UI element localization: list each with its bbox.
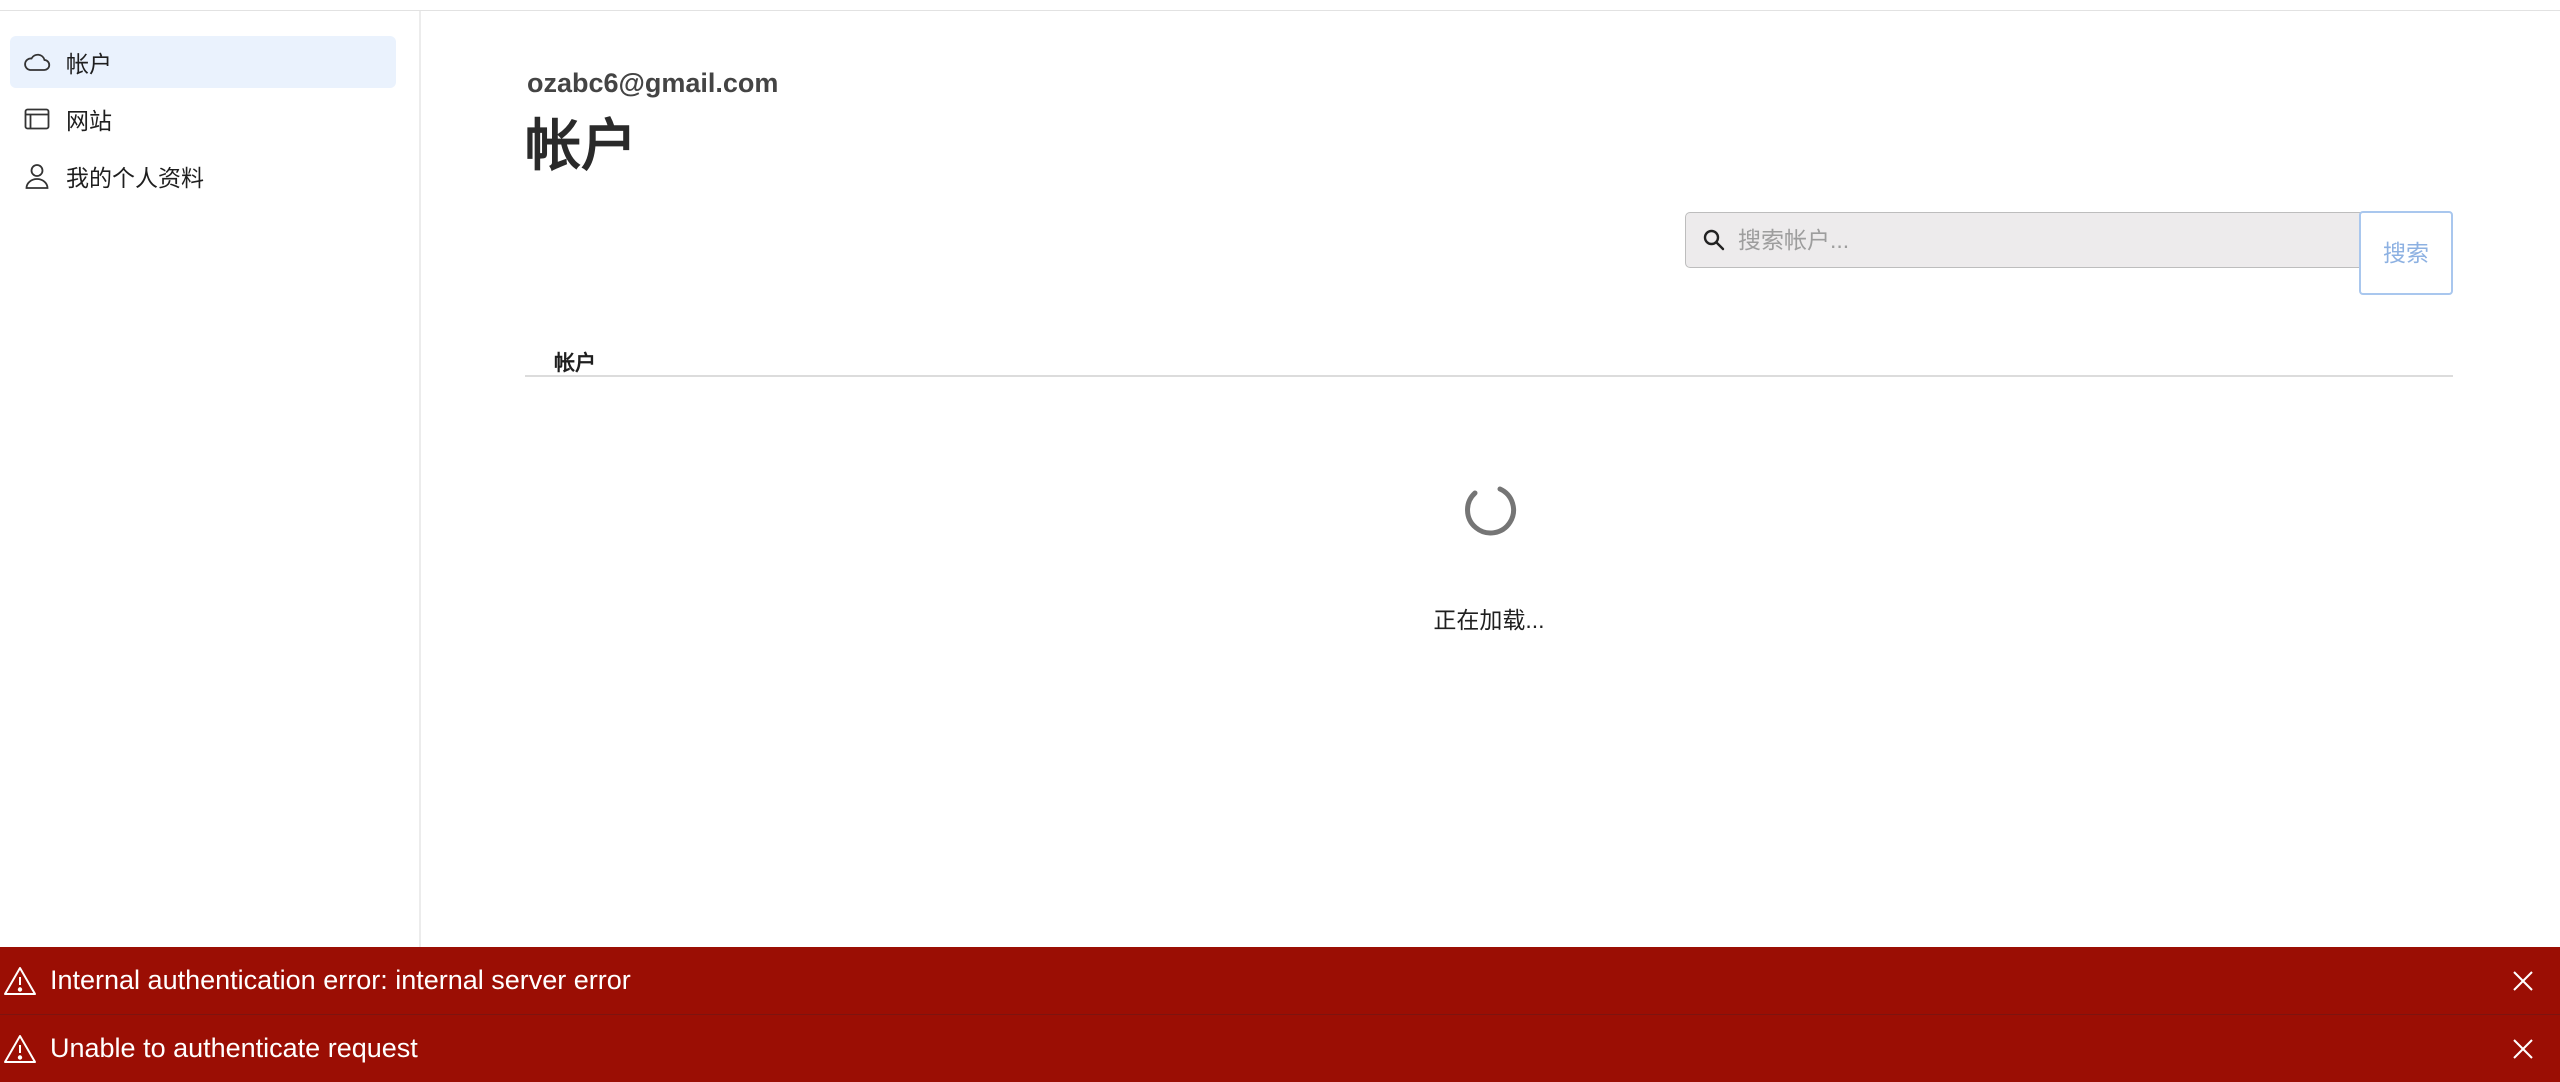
loading-spinner (1463, 483, 1517, 537)
sidebar-item-label: 网站 (66, 108, 112, 134)
warning-icon (2, 963, 38, 999)
alert-message: Unable to authenticate request (50, 1033, 418, 1063)
sidebar: 帐户 网站 我的个人资料 (0, 11, 421, 947)
table-header: 帐户 (525, 327, 2453, 377)
sidebar-item-websites[interactable]: 网站 (10, 93, 396, 145)
alert-message: Internal authentication error: internal … (50, 965, 631, 995)
search-box (1685, 212, 2427, 268)
close-icon[interactable] (2506, 964, 2540, 998)
account-email: ozabc6@gmail.com (527, 68, 779, 98)
top-bar (0, 0, 2560, 11)
search-input[interactable] (1736, 225, 2400, 255)
warning-icon (2, 1031, 38, 1067)
page-title: 帐户 (525, 114, 637, 177)
loading-text: 正在加载... (1433, 607, 1545, 633)
sidebar-item-my-profile[interactable]: 我的个人资料 (10, 150, 396, 202)
sidebar-item-label: 帐户 (66, 51, 112, 77)
main-content: ozabc6@gmail.com 帐户 搜索 帐户 正在加载... (421, 11, 2560, 947)
user-icon (22, 161, 52, 191)
error-alert: Unable to authenticate request (0, 1015, 2560, 1082)
sidebar-item-label: 我的个人资料 (66, 165, 204, 191)
cloud-icon (22, 47, 52, 77)
search-icon (1700, 226, 1728, 254)
browser-window-icon (22, 104, 52, 134)
error-alert: Internal authentication error: internal … (0, 947, 2560, 1015)
close-icon[interactable] (2506, 1032, 2540, 1066)
sidebar-item-accounts[interactable]: 帐户 (10, 36, 396, 88)
search-button[interactable]: 搜索 (2359, 211, 2453, 295)
column-header-account[interactable]: 帐户 (554, 347, 596, 377)
